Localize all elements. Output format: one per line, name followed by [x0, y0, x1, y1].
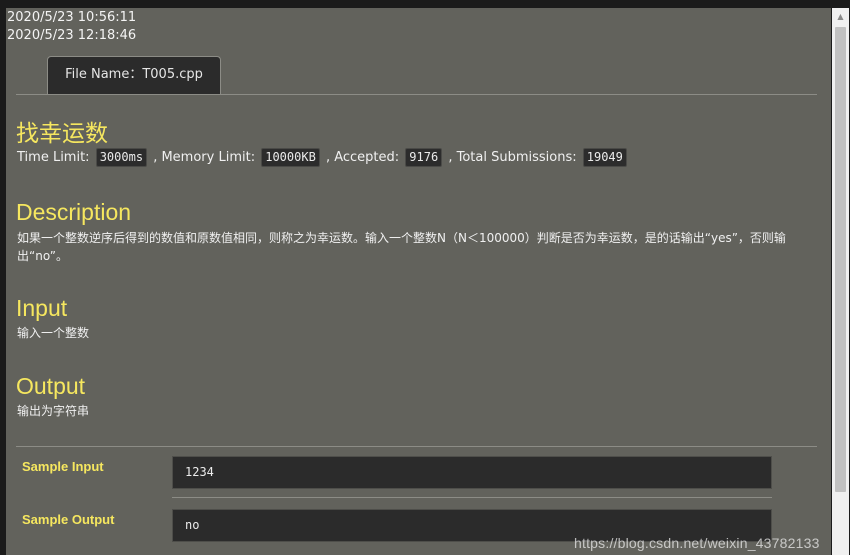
sample-output-label: Sample Output — [22, 512, 115, 527]
timestamp-first: 2020/5/23 10:56:11 — [7, 10, 137, 25]
problem-title: 找幸运数 — [16, 120, 108, 146]
input-heading: Input — [16, 295, 68, 321]
submissions-value: 19049 — [582, 148, 627, 167]
memory-limit-label: , Memory Limit: — [153, 150, 256, 165]
vertical-scrollbar[interactable]: ▲ — [832, 8, 849, 555]
memory-limit-value: 10000KB — [261, 148, 320, 167]
screen: 2020/5/23 10:56:11 2020/5/23 12:18:46 Fi… — [0, 0, 850, 555]
watermark: https://blog.csdn.net/weixin_43782133 — [574, 535, 820, 551]
output-heading: Output — [16, 373, 86, 399]
tab-file-name[interactable]: File Name：T005.cpp — [47, 56, 221, 94]
output-text: 输出为字符串 — [17, 404, 90, 418]
tab-divider — [16, 94, 817, 95]
description-text: 如果一个整数逆序后得到的数值和原数值相同，则称之为幸运数。输入一个整数N（N＜1… — [17, 231, 786, 263]
time-limit-value: 3000ms — [95, 148, 148, 167]
sample-input-box: 1234 — [172, 456, 772, 489]
time-limit-label: Time Limit: — [17, 150, 90, 165]
problem-panel: 2020/5/23 10:56:11 2020/5/23 12:18:46 Fi… — [6, 8, 831, 555]
sample-input-label: Sample Input — [22, 459, 104, 474]
problem-limits: Time Limit: 3000ms , Memory Limit: 10000… — [17, 148, 629, 168]
sample-separator — [172, 497, 772, 498]
timestamp-second: 2020/5/23 12:18:46 — [7, 28, 137, 43]
scrollbar-thumb[interactable] — [835, 27, 846, 492]
submissions-label: , Total Submissions: — [448, 150, 577, 165]
description-heading: Description — [16, 199, 132, 225]
sample-divider — [16, 446, 817, 447]
input-text: 输入一个整数 — [17, 326, 90, 340]
accepted-value: 9176 — [405, 148, 443, 167]
scroll-up-arrow-icon[interactable]: ▲ — [832, 8, 849, 25]
accepted-label: , Accepted: — [325, 150, 400, 165]
